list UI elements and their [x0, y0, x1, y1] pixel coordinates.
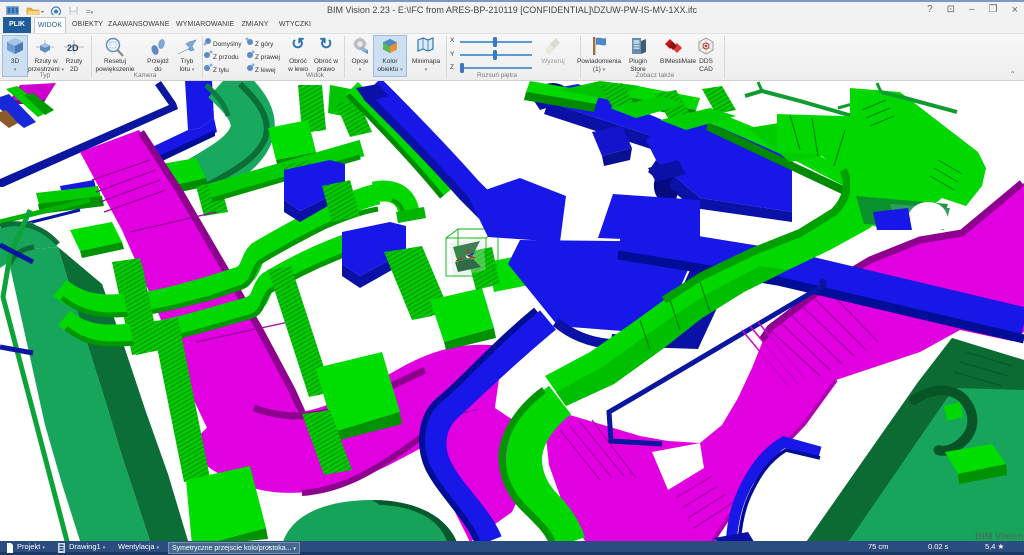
svg-text:BIM Vision: BIM Vision [975, 531, 1024, 541]
svg-text:2D: 2D [67, 43, 79, 53]
